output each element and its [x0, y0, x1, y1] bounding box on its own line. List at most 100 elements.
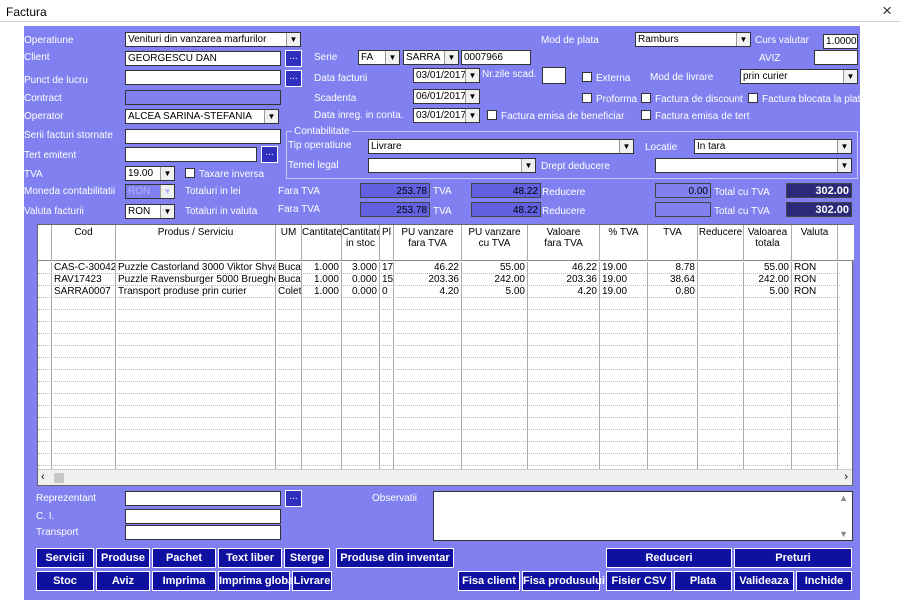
operator-select[interactable]: ALCEA SARINA-STEFANIA ▼	[125, 109, 279, 124]
table-cell[interactable]	[276, 346, 302, 358]
table-cell[interactable]	[528, 442, 600, 454]
table-cell[interactable]	[116, 310, 276, 322]
table-cell[interactable]	[792, 442, 838, 454]
table-cell[interactable]	[600, 454, 648, 466]
table-cell[interactable]	[302, 394, 342, 406]
table-cell[interactable]	[698, 334, 744, 346]
taxare-inversa-checkbox[interactable]: Taxare inversa	[185, 168, 264, 180]
table-cell[interactable]: 1.000	[302, 286, 342, 298]
table-cell[interactable]	[744, 322, 792, 334]
table-cell[interactable]	[648, 406, 698, 418]
table-cell[interactable]	[276, 298, 302, 310]
table-cell[interactable]: 242.00	[462, 274, 528, 286]
table-cell[interactable]	[380, 358, 394, 370]
table-cell[interactable]	[462, 442, 528, 454]
table-cell[interactable]	[342, 442, 380, 454]
table-cell[interactable]: Colet	[276, 286, 302, 298]
table-cell[interactable]: 46.22	[394, 262, 462, 274]
table-cell[interactable]	[600, 322, 648, 334]
table-cell[interactable]: Puzzle Castorland 3000 Viktor Shvaiko : …	[116, 262, 276, 274]
table-cell[interactable]	[528, 322, 600, 334]
table-cell[interactable]	[52, 430, 116, 442]
table-cell[interactable]	[744, 382, 792, 394]
table-cell[interactable]	[698, 370, 744, 382]
table-row[interactable]	[38, 334, 840, 346]
servicii-button[interactable]: Servicii	[36, 548, 94, 568]
table-cell[interactable]	[394, 382, 462, 394]
table-cell[interactable]	[302, 298, 342, 310]
table-cell[interactable]	[302, 346, 342, 358]
table-cell[interactable]	[744, 298, 792, 310]
table-cell[interactable]	[648, 298, 698, 310]
table-cell[interactable]: RON	[792, 286, 838, 298]
table-cell[interactable]	[744, 406, 792, 418]
table-cell[interactable]	[276, 310, 302, 322]
table-cell[interactable]	[380, 406, 394, 418]
table-cell[interactable]: RON	[792, 274, 838, 286]
table-cell[interactable]	[528, 370, 600, 382]
table-cell[interactable]	[52, 346, 116, 358]
table-cell[interactable]	[380, 322, 394, 334]
table-cell[interactable]	[116, 298, 276, 310]
table-cell[interactable]	[380, 346, 394, 358]
locatie-select[interactable]: In tara ▼	[694, 139, 852, 154]
table-cell[interactable]	[276, 454, 302, 466]
aviz-button[interactable]: Aviz	[96, 571, 150, 591]
table-cell[interactable]	[600, 430, 648, 442]
table-cell[interactable]	[394, 346, 462, 358]
table-cell[interactable]	[600, 358, 648, 370]
table-cell[interactable]	[342, 394, 380, 406]
table-cell[interactable]	[528, 418, 600, 430]
table-cell[interactable]	[380, 298, 394, 310]
table-cell[interactable]	[648, 430, 698, 442]
table-cell[interactable]	[342, 382, 380, 394]
ci-field[interactable]	[125, 509, 281, 524]
table-cell[interactable]	[380, 418, 394, 430]
table-cell[interactable]	[116, 418, 276, 430]
table-cell[interactable]	[600, 310, 648, 322]
scroll-up-icon[interactable]: ▲	[839, 493, 848, 503]
table-cell[interactable]	[600, 406, 648, 418]
table-cell[interactable]: 1.000	[302, 262, 342, 274]
tert-emitent-field[interactable]	[125, 147, 257, 162]
table-cell[interactable]: 4.20	[528, 286, 600, 298]
table-cell[interactable]	[462, 370, 528, 382]
table-cell[interactable]	[698, 346, 744, 358]
table-cell[interactable]	[792, 334, 838, 346]
table-cell[interactable]	[600, 394, 648, 406]
table-cell[interactable]	[302, 418, 342, 430]
table-cell[interactable]	[276, 442, 302, 454]
grid-header-cell[interactable]: Pl	[380, 225, 394, 261]
factura-discount-checkbox[interactable]: Factura de discount	[641, 93, 743, 105]
table-cell[interactable]: 46.22	[528, 262, 600, 274]
table-cell[interactable]: Bucat	[276, 262, 302, 274]
table-cell[interactable]: 15	[380, 274, 394, 286]
table-cell[interactable]	[116, 334, 276, 346]
grid-header-cell[interactable]: TVA	[648, 225, 698, 261]
table-cell[interactable]	[698, 418, 744, 430]
table-cell[interactable]	[380, 334, 394, 346]
table-cell[interactable]	[342, 454, 380, 466]
table-cell[interactable]	[462, 310, 528, 322]
table-cell[interactable]	[380, 430, 394, 442]
punct-lucru-browse-button[interactable]: ...	[285, 70, 302, 87]
table-row[interactable]	[38, 406, 840, 418]
operatiune-select[interactable]: Venituri din vanzarea marfurilor ▼	[125, 32, 301, 47]
table-cell[interactable]: 3.000	[342, 262, 380, 274]
preturi-button[interactable]: Preturi	[734, 548, 852, 568]
table-cell[interactable]	[744, 346, 792, 358]
table-cell[interactable]	[600, 418, 648, 430]
imprima-button[interactable]: Imprima	[152, 571, 216, 591]
table-row[interactable]	[38, 418, 840, 430]
grid-header-cell[interactable]: UM	[276, 225, 302, 261]
table-cell[interactable]: CAS-C-300426	[52, 262, 116, 274]
table-cell[interactable]	[52, 454, 116, 466]
table-cell[interactable]: 8.78	[648, 262, 698, 274]
table-row[interactable]: CAS-C-300426 Puzzle Castorland 3000 Vikto…	[38, 262, 840, 274]
table-cell[interactable]	[648, 334, 698, 346]
table-cell[interactable]	[744, 394, 792, 406]
table-cell[interactable]	[462, 454, 528, 466]
table-cell[interactable]	[342, 310, 380, 322]
table-cell[interactable]	[462, 358, 528, 370]
horizontal-scrollbar[interactable]: ‹ ›	[38, 469, 852, 485]
